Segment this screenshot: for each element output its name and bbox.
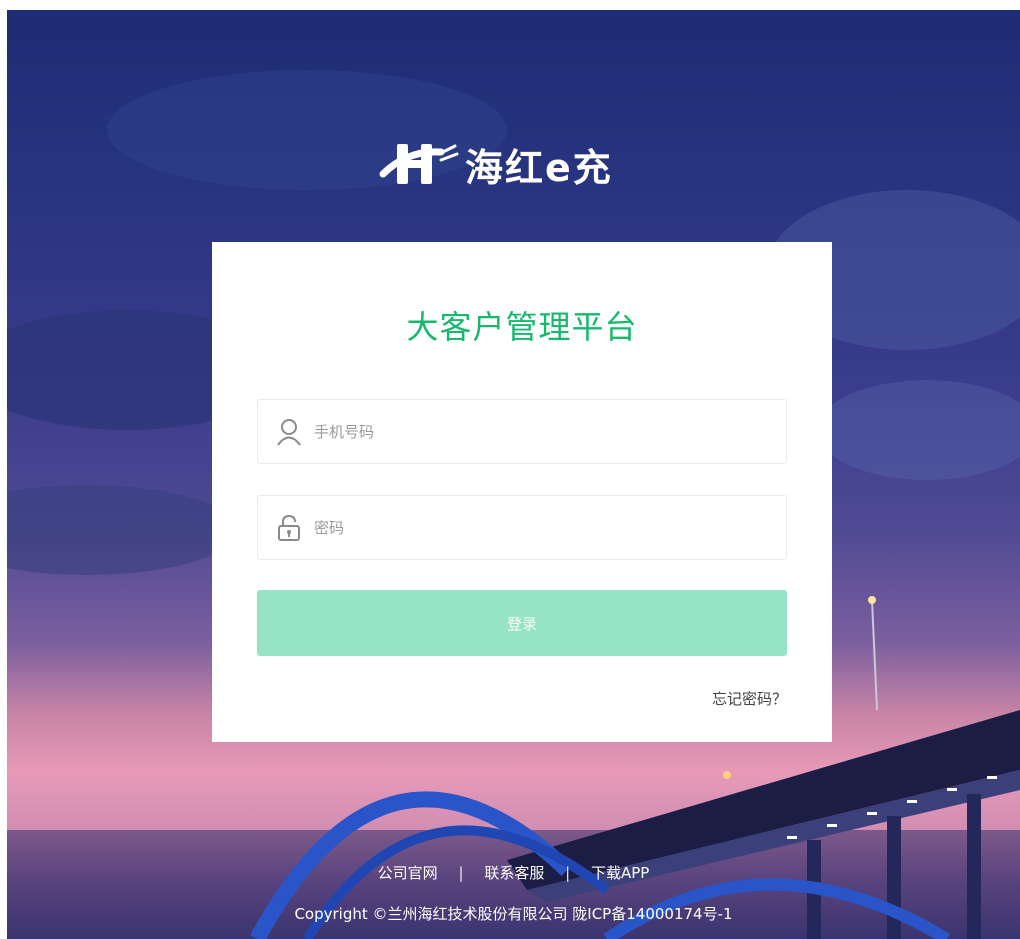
brand-h-icon: [379, 144, 459, 184]
footer-link-contact-support[interactable]: 联系客服: [474, 864, 554, 882]
brand-logo: 海红e充: [377, 134, 677, 194]
user-icon: [274, 417, 304, 447]
login-card: 大客户管理平台 登录 忘记密码？: [212, 242, 832, 742]
password-field[interactable]: [257, 495, 787, 560]
page-title: 大客户管理平台: [406, 308, 638, 346]
footer-link-download-app[interactable]: 下载APP: [581, 864, 659, 882]
phone-input[interactable]: [312, 410, 766, 453]
footer-links: 公司官网 | 联系客服 | 下载APP: [7, 862, 1020, 883]
forgot-password-link[interactable]: 忘记密码？: [712, 688, 787, 709]
login-button[interactable]: 登录: [257, 590, 787, 656]
footer-separator: |: [458, 864, 464, 882]
password-input[interactable]: [312, 506, 766, 549]
login-screen: 海红e充 大客户管理平台 登录: [7, 10, 1020, 939]
footer-separator: |: [565, 864, 571, 882]
copyright-text: Copyright ©兰州海红技术股份有限公司 陇ICP备14000174号-1: [294, 905, 733, 923]
footer-link-official-site[interactable]: 公司官网: [368, 864, 448, 882]
lock-icon: [274, 513, 304, 543]
phone-field[interactable]: [257, 399, 787, 464]
brand-name: 海红e充: [465, 145, 613, 190]
